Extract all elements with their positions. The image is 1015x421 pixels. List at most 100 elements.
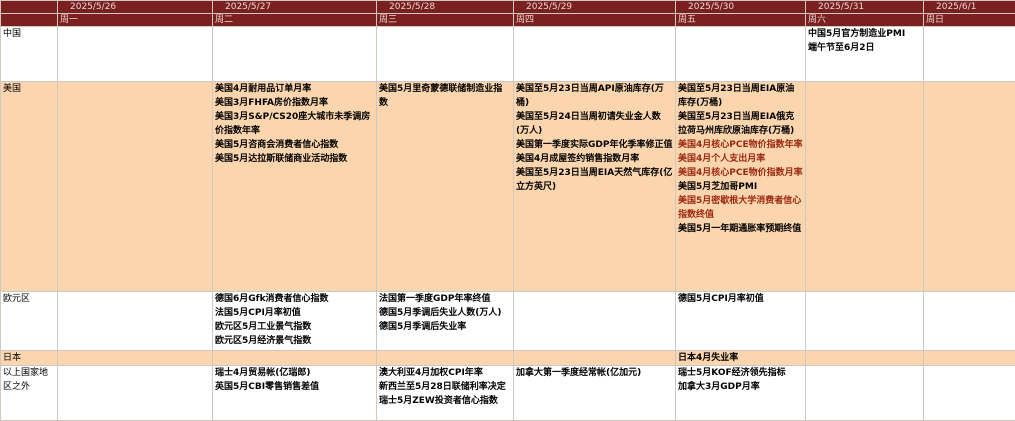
date-label: 2025/5/30 [688,2,734,12]
weekday-label: 周日 [926,15,944,25]
weekday-label: 周一 [60,15,78,25]
day-cell: 德国6月Gfk消费者信心指数法国5月CPI月率初值欧元区5月工业景气指数欧元区5… [213,292,377,351]
region-row-eurozone: 欧元区 德国6月Gfk消费者信心指数法国5月CPI月率初值欧元区5月工业景气指数欧… [1,292,1015,351]
day-cell: 日本4月失业率 [676,351,806,366]
weekday-label: 周三 [379,15,397,25]
event-item: 美国5月里奇蒙德联储制造业指数 [379,82,511,110]
date-label: 2025/5/29 [526,2,572,12]
day-cell [377,351,514,366]
weekday-header-cell: 周六 [806,14,924,27]
calendar-table: 2025/5/26 2025/5/27 2025/5/28 2025/5/29 2025… [0,0,1015,421]
event-item: 英国5月CBI零售销售差值 [215,380,374,394]
day-cell [514,292,676,351]
event-item: 加拿大3月GDP月率 [678,380,803,394]
region-row-china: 中国 中国5月官方制造业PMI端午节至6月2日 [1,27,1015,82]
date-header-cell: 2025/5/31 [806,1,924,14]
day-cell [806,351,924,366]
day-cell: 美国4月耐用品订单月率美国3月FHFA房价指数月率美国3月S&P/CS20座大城… [213,82,377,292]
day-cell [213,351,377,366]
day-cell: 美国至5月23日当周EIA原油库存(万桶)美国至5月23日当周EIA俄克拉荷马州… [676,82,806,292]
region-label: 中国 [1,27,58,82]
date-header-cell: 2025/6/1 [924,1,1015,14]
weekday-header-cell: 周三 [377,14,514,27]
day-cell: 加拿大第一季度经常帐(亿加元) [514,366,676,421]
day-cell: 德国5月CPI月率初值 [676,292,806,351]
event-item: 德国6月Gfk消费者信心指数 [215,292,374,306]
corner-cell [1,14,58,27]
event-item: 美国4月耐用品订单月率 [215,82,374,96]
day-cell [377,27,514,82]
region-row-other: 以上国家地区之外 瑞士4月贸易帐(亿瑞郎)英国5月CBI零售销售差值澳大利亚4月加… [1,366,1015,421]
day-cell [58,292,213,351]
event-item: 德国5月季调后失业率 [379,320,511,334]
event-item: 德国5月CPI月率初值 [678,292,803,306]
event-item: 美国5月密歇根大学消费者信心指数终值 [678,194,803,222]
day-cell [676,27,806,82]
event-item: 美国至5月23日当周EIA原油库存(万桶) [678,82,803,110]
event-item: 美国至5月23日当周EIA俄克拉荷马州库欣原油库存(万桶) [678,110,803,138]
event-item: 中国5月官方制造业PMI [808,27,921,41]
day-cell: 美国5月里奇蒙德联储制造业指数 [377,82,514,292]
day-cell [514,27,676,82]
day-cell [924,27,1015,82]
day-cell: 中国5月官方制造业PMI端午节至6月2日 [806,27,924,82]
event-item: 美国第一季度实际GDP年化季率修正值 [516,138,673,152]
event-item: 澳大利亚4月加权CPI年率 [379,366,511,380]
day-cell [213,27,377,82]
event-item: 端午节至6月2日 [808,41,921,55]
event-item: 美国4月核心PCE物价指数年率 [678,138,803,152]
day-cell [58,27,213,82]
date-header-cell: 2025/5/29 [514,1,676,14]
event-item: 美国5月芝加哥PMI [678,180,803,194]
weekday-header-cell: 周一 [58,14,213,27]
event-item: 美国至5月23日当周API原油库存(万桶) [516,82,673,110]
event-item: 瑞士4月贸易帐(亿瑞郎) [215,366,374,380]
event-item: 欧元区5月经济景气指数 [215,334,374,348]
date-label: 2025/6/1 [936,2,976,12]
date-header-cell: 2025/5/26 [58,1,213,14]
region-label: 欧元区 [1,292,58,351]
event-item: 欧元区5月工业景气指数 [215,320,374,334]
event-item: 美国5月达拉斯联储商业活动指数 [215,152,374,166]
event-item: 美国3月FHFA房价指数月率 [215,96,374,110]
event-item: 美国5月咨商会消费者信心指数 [215,138,374,152]
weekday-header-cell: 周五 [676,14,806,27]
date-label: 2025/5/28 [389,2,435,12]
region-label: 以上国家地区之外 [1,366,58,421]
region-label: 美国 [1,82,58,292]
economic-calendar: 2025/5/26 2025/5/27 2025/5/28 2025/5/29 2025… [0,0,1015,420]
date-header-cell: 2025/5/28 [377,1,514,14]
event-item: 美国5月一年期通胀率预期终值 [678,222,803,236]
weekday-label: 周四 [516,15,534,25]
weekday-label: 周六 [808,15,826,25]
day-cell [514,351,676,366]
event-item: 瑞士5月ZEW投资者信心指数 [379,394,511,408]
event-item: 美国4月成屋签约销售指数月率 [516,152,673,166]
date-label: 2025/5/26 [70,2,116,12]
day-cell: 美国至5月23日当周API原油库存(万桶)美国至5月24日当周初请失业金人数(万… [514,82,676,292]
event-item: 日本4月失业率 [678,351,803,365]
day-cell: 瑞士4月贸易帐(亿瑞郎)英国5月CBI零售销售差值 [213,366,377,421]
event-item: 美国3月S&P/CS20座大城市未季调房价指数年率 [215,110,374,138]
day-cell [806,82,924,292]
day-cell [58,82,213,292]
weekday-header-cell: 周四 [514,14,676,27]
weekday-header-cell: 周二 [213,14,377,27]
event-item: 法国5月CPI月率初值 [215,306,374,320]
weekday-header-row: 周一 周二 周三 周四 周五 周六 周日 [1,14,1015,27]
weekday-label: 周二 [215,15,233,25]
day-cell [806,366,924,421]
weekday-label: 周五 [678,15,696,25]
corner-cell [1,1,58,14]
event-item: 德国5月季调后失业人数(万人) [379,306,511,320]
day-cell [58,366,213,421]
region-label: 日本 [1,351,58,366]
day-cell: 法国第一季度GDP年率终值德国5月季调后失业人数(万人)德国5月季调后失业率 [377,292,514,351]
event-item: 加拿大第一季度经常帐(亿加元) [516,366,673,380]
event-item: 新西兰至5月28日联储利率决定 [379,380,511,394]
date-label: 2025/5/27 [225,2,271,12]
date-header-cell: 2025/5/30 [676,1,806,14]
event-item: 美国4月个人支出月率 [678,152,803,166]
weekday-header-cell: 周日 [924,14,1015,27]
day-cell [806,292,924,351]
